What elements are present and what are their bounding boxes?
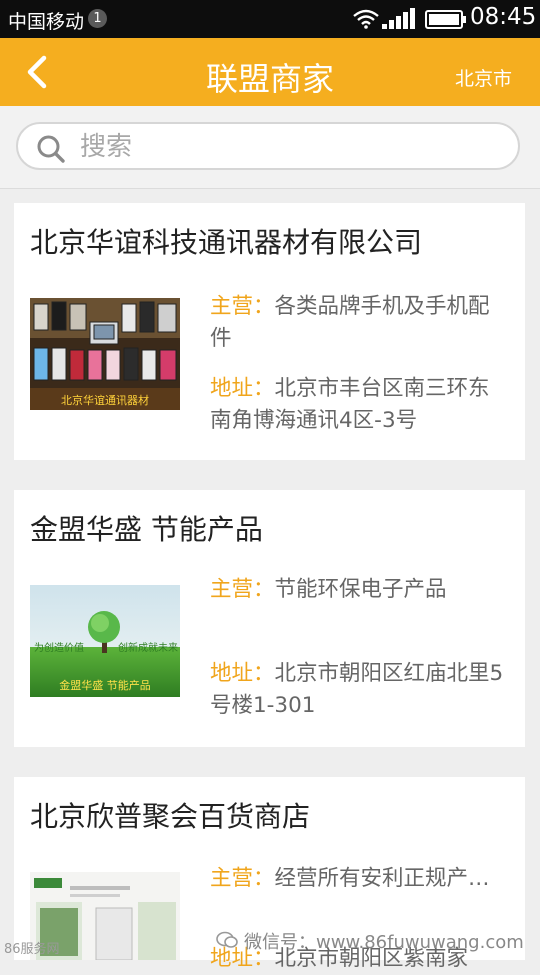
wechat-icon xyxy=(216,931,238,948)
business-label: 主营： xyxy=(210,294,275,319)
merchant-card[interactable]: 北京华谊科技通讯器材有限公司 北京华谊通讯器材 主营：各类品牌手机及手机配件 地… xyxy=(14,203,525,460)
business-label: 主营： xyxy=(210,866,275,891)
notification-badge: 1 xyxy=(88,9,107,28)
merchant-name: 北京华谊科技通讯器材有限公司 xyxy=(30,226,423,259)
city-selector[interactable]: 北京市 xyxy=(455,64,512,91)
business-row: 主营：节能环保电子产品 xyxy=(210,574,510,606)
address-label: 地址： xyxy=(210,376,275,401)
search-bar xyxy=(0,106,540,189)
watermark: 86服务网 微信号：www.86fuwuwang.com xyxy=(0,918,540,960)
thumb-text-left: 为创造价值 xyxy=(34,641,84,654)
business-value: 经营所有安利正规产… xyxy=(274,866,490,891)
search-icon xyxy=(37,135,65,163)
business-label: 主营： xyxy=(210,577,275,602)
business-row: 主营：经营所有安利正规产… xyxy=(210,863,510,895)
merchant-thumbnail[interactable]: 为创造价值 创新成就未来 金盟华盛 节能产品 xyxy=(30,585,180,697)
title-bar: 联盟商家 北京市 xyxy=(0,38,540,106)
merchant-name: 北京欣普聚会百货商店 xyxy=(30,800,311,833)
signal-icon xyxy=(382,8,415,29)
watermark-left-text: 86服务网 xyxy=(4,942,60,957)
status-icons xyxy=(353,8,466,29)
watermark-text: 微信号：www.86fuwuwang.com xyxy=(244,932,524,953)
merchant-card[interactable]: 金盟华盛 节能产品 为创造价值 创新成就未来 金盟华盛 节能产品 主营：节能环保… xyxy=(14,490,525,747)
address-row: 地址：北京市朝阳区红庙北里5号楼1-301 xyxy=(210,658,510,722)
clock: 08:45 xyxy=(470,4,537,30)
business-row: 主营：各类品牌手机及手机配件 xyxy=(210,291,510,355)
battery-icon xyxy=(425,10,466,29)
wifi-icon xyxy=(353,9,379,29)
merchant-name: 金盟华盛 节能产品 xyxy=(30,513,263,546)
thumb-caption: 金盟华盛 节能产品 xyxy=(59,678,151,692)
search-input[interactable] xyxy=(80,130,480,164)
search-box[interactable] xyxy=(16,122,520,170)
thumb-text-right: 创新成就未来 xyxy=(118,641,178,654)
thumb-caption: 北京华谊通讯器材 xyxy=(61,393,149,407)
address-row: 地址：北京市丰台区南三环东南角博海通讯4区-3号 xyxy=(210,373,510,437)
business-value: 节能环保电子产品 xyxy=(274,577,447,602)
merchant-thumbnail[interactable]: 北京华谊通讯器材 xyxy=(30,298,180,410)
address-label: 地址： xyxy=(210,661,275,686)
status-bar: 中国移动 1 08:45 xyxy=(0,0,540,38)
carrier-name: 中国移动 xyxy=(8,11,85,33)
